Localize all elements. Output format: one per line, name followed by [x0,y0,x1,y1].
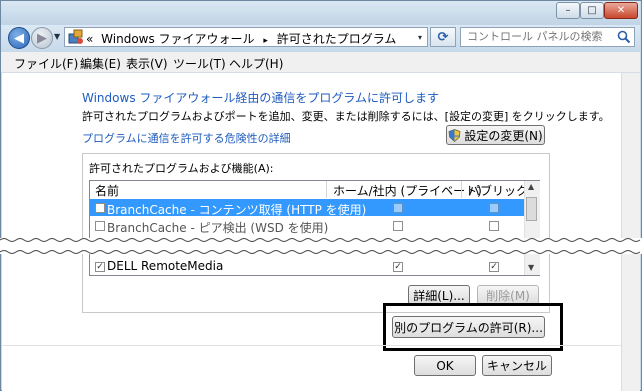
menu-edit[interactable]: 編集(E) [80,55,121,72]
row-enable-checkbox[interactable] [95,203,105,213]
refresh-button[interactable]: ⟳ [430,27,456,47]
close-button[interactable]: ✕ [604,2,638,19]
list-scrollbar[interactable]: ▲ ▼ [524,181,540,275]
back-button[interactable]: ◀ [8,27,30,49]
public-checkbox[interactable]: ✓ [489,262,499,272]
search-input[interactable] [467,30,607,43]
control-panel-icon [68,29,83,44]
cancel-button[interactable]: キャンセル [482,355,552,376]
breadcrumb-separator[interactable]: ▸ [263,36,268,46]
torn-edge-break [0,238,642,254]
column-header-public[interactable]: パブリック [468,182,528,199]
home-checkbox[interactable]: ✓ [393,262,403,272]
breadcrumb: « Windows ファイアウォール ▸ 許可されたプログラム [86,30,396,47]
column-divider[interactable] [461,181,462,198]
ok-button[interactable]: OK [414,355,476,376]
home-checkbox[interactable] [393,203,403,213]
remove-button[interactable]: 削除(M) [477,285,539,305]
change-settings-button[interactable]: 設定の変更(N) [446,125,545,145]
breadcrumb-prefix[interactable]: « [86,32,93,46]
menu-help[interactable]: ヘルプ(H) [229,55,283,72]
scroll-down-icon[interactable]: ▼ [528,263,534,272]
scroll-up-icon[interactable]: ▲ [528,182,534,191]
search-icon[interactable] [617,30,631,44]
public-checkbox[interactable] [489,203,499,213]
public-checkbox[interactable] [489,221,499,231]
details-button[interactable]: 詳細(L)... [408,285,470,305]
breadcrumb-allowed-programs[interactable]: 許可されたプログラム [277,32,397,46]
address-dropdown-icon[interactable]: ▾ [418,33,422,42]
window-scrollbar[interactable] [621,73,640,391]
change-settings-label: 設定の変更(N) [464,128,543,143]
row-enable-checkbox[interactable] [95,221,105,231]
risk-info-link[interactable]: プログラムに通信を許可する危険性の詳細 [82,130,291,146]
shield-icon [448,128,461,142]
minimize-button[interactable]: – [556,2,580,19]
column-header-name[interactable]: 名前 [95,182,119,199]
menu-file[interactable]: ファイル(F) [14,55,78,72]
program-name: DELL RemoteMedia [107,259,224,273]
breadcrumb-firewall[interactable]: Windows ファイアウォール [101,32,254,46]
group-label: 許可されたプログラムおよび機能(A): [89,162,274,175]
column-header-home[interactable]: ホーム/社内 (プライベート) [333,182,482,199]
row-enable-checkbox[interactable]: ✓ [95,262,105,272]
title-bar [1,1,640,25]
maximize-button[interactable]: □ [580,2,604,19]
page-heading: Windows ファイアウォール経由の通信をプログラムに許可します [82,91,440,105]
forward-button[interactable]: ▶ [31,27,53,49]
menu-view[interactable]: 表示(V) [126,55,168,72]
home-checkbox[interactable] [393,221,403,231]
column-divider[interactable] [326,181,327,198]
history-dropdown-icon[interactable]: ▼ [54,32,60,41]
instruction-text: 許可されたプログラムおよびポートを追加、変更、または削除するには、[設定の変更]… [82,110,610,123]
menu-tools[interactable]: ツール(T) [173,55,226,72]
footer-divider [2,345,621,346]
highlight-box [383,303,563,351]
program-name: BranchCache - コンテンツ取得 (HTTP を使用) [107,203,367,217]
scroll-thumb[interactable] [526,197,537,221]
